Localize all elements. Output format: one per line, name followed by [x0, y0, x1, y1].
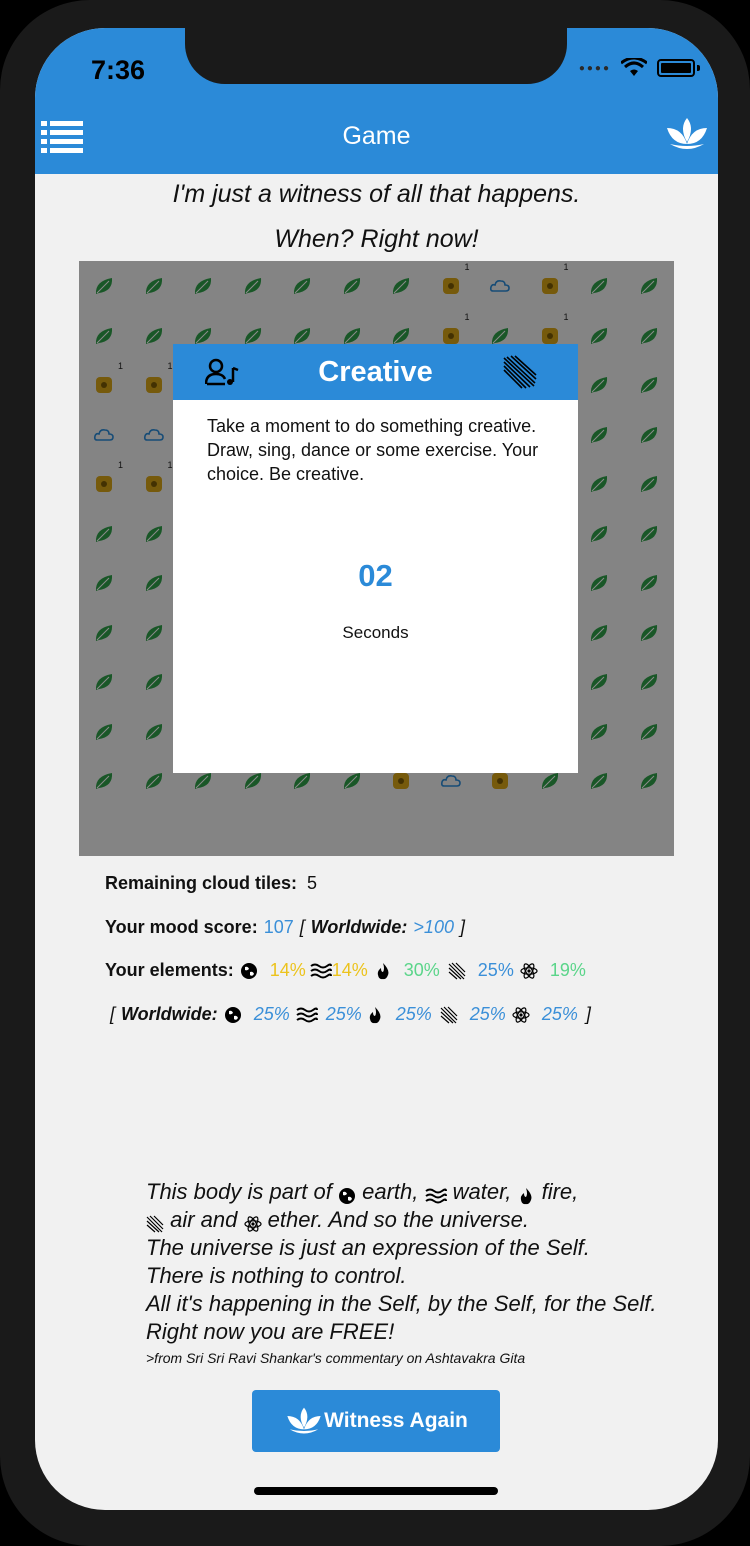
- air-worldwide-percent: 25%: [469, 1004, 506, 1024]
- water-icon: [310, 962, 332, 980]
- fire-icon: [366, 1006, 384, 1024]
- water-icon: [424, 1184, 447, 1204]
- lotus-icon: [287, 1407, 321, 1434]
- dialog-header: Creative: [173, 344, 578, 400]
- poem-text: water,: [452, 1179, 512, 1204]
- nav-bar: 7:36 ●●●● Game: [35, 28, 718, 174]
- poem-text: earth,: [362, 1179, 419, 1204]
- fire-percent: 30%: [403, 960, 440, 980]
- poem-text: fire,: [541, 1179, 579, 1204]
- witness-again-button[interactable]: Witness Again: [252, 1390, 500, 1452]
- signal-icon: ●●●●: [578, 62, 611, 74]
- ether-icon: [512, 1006, 530, 1024]
- elements-label: Your elements:: [105, 960, 234, 980]
- device-notch: [185, 28, 567, 84]
- earth-worldwide-percent: 25%: [253, 1004, 290, 1024]
- witness-again-label: Witness Again: [324, 1409, 468, 1432]
- fire-icon: [374, 962, 392, 980]
- air-percent: 25%: [477, 960, 514, 980]
- earth-icon: [338, 1184, 356, 1205]
- poem-line-2: air and ether. And so the universe.: [146, 1206, 657, 1234]
- air-icon: [440, 1006, 458, 1024]
- poem: This body is part of earth, water, fire,…: [146, 1178, 657, 1346]
- bracket-close: ]: [459, 917, 465, 937]
- ether-icon: [520, 962, 538, 980]
- fire-icon: [517, 1184, 535, 1205]
- elements-row: Your elements: 14% 14% 30% 25% 19%: [105, 960, 586, 981]
- water-percent: 14%: [331, 960, 368, 980]
- poem-line-5: All it's happening in the Self, by the S…: [146, 1291, 657, 1316]
- bracket-open: [: [299, 917, 305, 937]
- fire-worldwide-percent: 25%: [395, 1004, 432, 1024]
- bracket-open: [: [110, 1004, 116, 1024]
- worldwide-label: Worldwide:: [310, 917, 408, 937]
- poem-text: air and: [170, 1207, 238, 1232]
- status-icons: ●●●●: [579, 58, 700, 78]
- app-screen: 7:36 ●●●● Game I'm just a witness of all…: [35, 28, 718, 1510]
- poem-text: ether. And so the universe.: [267, 1207, 529, 1232]
- status-time: 7:36: [91, 55, 146, 85]
- earth-percent: 14%: [269, 960, 306, 980]
- ether-icon: [243, 1212, 262, 1232]
- creative-dialog: Creative Take a moment to do something c…: [173, 344, 578, 773]
- poem-line-3: The universe is just an expression of th…: [146, 1235, 590, 1260]
- wifi-icon: [621, 58, 647, 76]
- mood-label: Your mood score:: [105, 917, 258, 937]
- lotus-icon[interactable]: [664, 116, 710, 152]
- water-icon: [296, 1006, 318, 1024]
- countdown-label: Seconds: [342, 623, 409, 642]
- quote-line-1: I'm just a witness of all that happens.: [172, 180, 581, 208]
- nav-title: Game: [342, 122, 411, 150]
- home-indicator[interactable]: [254, 1487, 498, 1495]
- mood-worldwide-value: >100: [413, 917, 454, 937]
- game-board[interactable]: 1111111111111 Creative: [79, 261, 674, 856]
- air-icon: [146, 1212, 164, 1233]
- poem-source: >from Sri Sri Ravi Shankar's commentary …: [146, 1350, 526, 1366]
- water-worldwide-percent: 25%: [325, 1004, 362, 1024]
- bracket-close: ]: [585, 1004, 591, 1024]
- earth-icon: [224, 1006, 242, 1024]
- poem-text: This body is part of: [146, 1179, 332, 1204]
- poem-line-1: This body is part of earth, water, fire,: [146, 1178, 657, 1206]
- air-icon: [503, 355, 537, 389]
- remaining-value: 5: [307, 873, 318, 893]
- mood-value: 107: [263, 917, 294, 937]
- ether-percent: 19%: [549, 960, 586, 980]
- poem-line-4: There is nothing to control.: [146, 1263, 407, 1288]
- quote-line-2: When? Right now!: [274, 225, 479, 253]
- remaining-cloud-row: Remaining cloud tiles: 5: [105, 873, 317, 894]
- dialog-message: Take a moment to do something creative. …: [207, 416, 539, 484]
- remaining-label: Remaining cloud tiles:: [105, 873, 298, 893]
- poem-line-6: Right now you are FREE!: [146, 1319, 395, 1344]
- battery-icon: [657, 59, 695, 77]
- countdown-value: 02: [358, 558, 393, 593]
- earth-icon: [240, 962, 258, 980]
- worldwide-label: Worldwide:: [121, 1004, 218, 1024]
- air-icon: [448, 962, 466, 980]
- mood-score-row: Your mood score: 107 [ Worldwide: >100 ]: [105, 917, 465, 938]
- worldwide-elements-row: [ Worldwide: 25% 25% 25% 25% 25% ]: [110, 1004, 591, 1025]
- ether-worldwide-percent: 25%: [541, 1004, 578, 1024]
